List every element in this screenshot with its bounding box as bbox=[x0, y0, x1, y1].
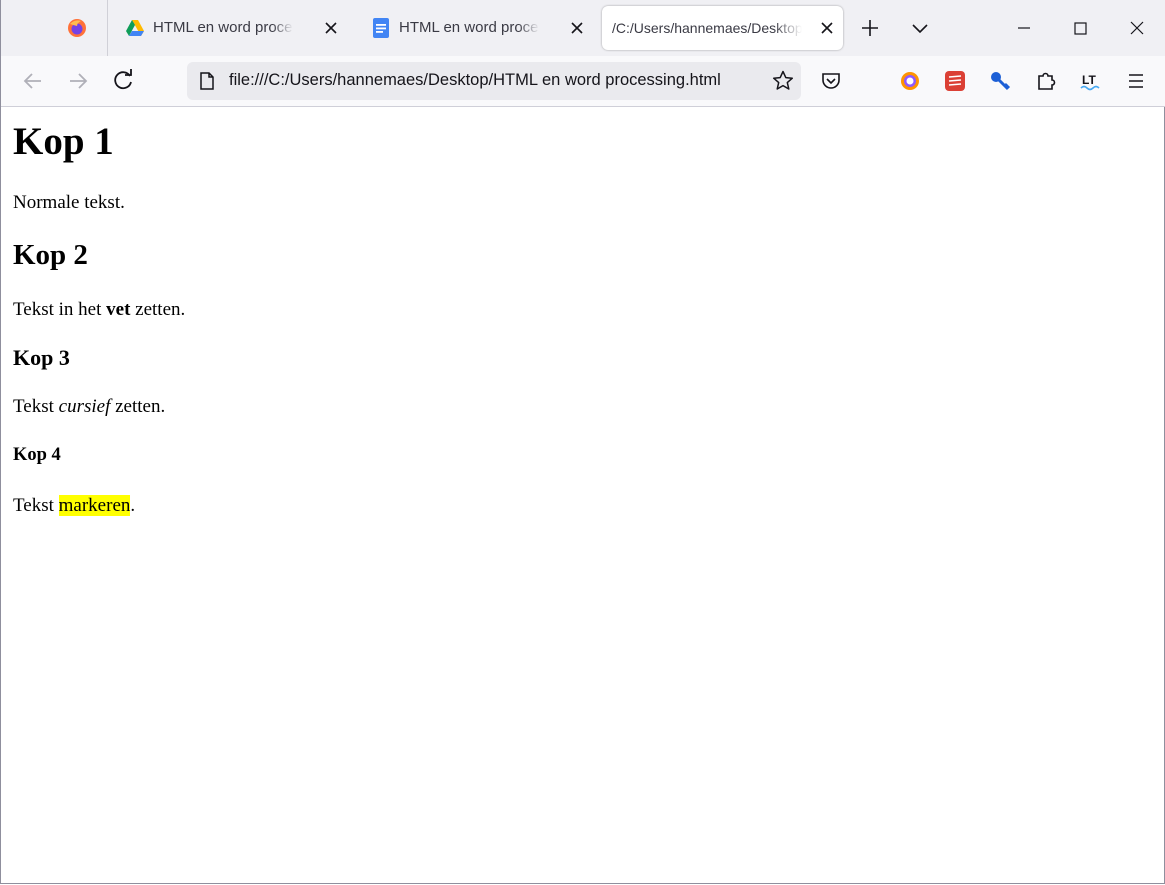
tab-google-docs[interactable]: HTML en word processing bbox=[357, 6, 593, 50]
text-before: Tekst bbox=[13, 396, 59, 417]
highlighted-text: markeren bbox=[58, 495, 131, 516]
reload-button[interactable] bbox=[106, 64, 140, 98]
tab-local-file[interactable]: /C:/Users/hannemaes/Desktop/HTML en word… bbox=[602, 6, 843, 50]
url-text[interactable]: file:///C:/Users/hannemaes/Desktop/HTML … bbox=[229, 71, 721, 90]
key-icon[interactable] bbox=[983, 64, 1017, 98]
tab-bar: HTML en word processing HTML en word pro… bbox=[1, 0, 1165, 56]
page-icon bbox=[197, 71, 217, 91]
paragraph-italic: Tekst cursief zetten. bbox=[13, 396, 165, 418]
list-all-tabs-button[interactable] bbox=[900, 8, 940, 48]
google-drive-icon bbox=[125, 18, 145, 38]
bookmark-star-icon[interactable] bbox=[771, 69, 795, 93]
maximize-button[interactable] bbox=[1060, 8, 1100, 48]
paragraph-bold: Tekst in het vet zetten. bbox=[13, 299, 185, 321]
extensions-icon[interactable] bbox=[1029, 64, 1063, 98]
heading-1: Kop 1 bbox=[13, 120, 114, 163]
close-tab-icon[interactable] bbox=[567, 18, 587, 38]
heading-4: Kop 4 bbox=[13, 445, 61, 465]
firefox-view-tab[interactable] bbox=[1, 0, 108, 56]
google-docs-icon bbox=[371, 18, 391, 38]
paragraph-normal: Normale tekst. bbox=[13, 192, 125, 214]
paragraph-highlight: Tekst markeren. bbox=[13, 495, 135, 517]
tab-title: HTML en word processing bbox=[399, 19, 539, 36]
todoist-icon[interactable] bbox=[938, 64, 972, 98]
address-bar[interactable]: file:///C:/Users/hannemaes/Desktop/HTML … bbox=[187, 62, 801, 100]
close-tab-icon[interactable] bbox=[817, 18, 837, 38]
italic-text: cursief bbox=[58, 396, 111, 417]
text-before: Tekst bbox=[13, 495, 59, 516]
paragraph-text: Normale tekst. bbox=[13, 192, 125, 213]
tab-title: HTML en word processing bbox=[153, 19, 293, 36]
page-content: Kop 1 Normale tekst. Kop 2 Tekst in het … bbox=[1, 107, 1164, 883]
text-after: zetten. bbox=[130, 299, 186, 320]
heading-2: Kop 2 bbox=[13, 239, 88, 271]
browser-window: HTML en word processing HTML en word pro… bbox=[0, 0, 1165, 884]
firefox-icon bbox=[67, 18, 87, 38]
bold-text: vet bbox=[106, 299, 131, 320]
minimize-button[interactable] bbox=[1004, 8, 1044, 48]
firefox-account-icon[interactable] bbox=[893, 64, 927, 98]
pocket-button[interactable] bbox=[814, 64, 848, 98]
text-after: . bbox=[130, 495, 136, 516]
tab-title: /C:/Users/hannemaes/Desktop/HTML en word… bbox=[612, 20, 802, 36]
languagetool-icon[interactable]: LT bbox=[1074, 64, 1108, 98]
text-before: Tekst in het bbox=[13, 299, 107, 320]
heading-3: Kop 3 bbox=[13, 345, 70, 370]
close-tab-icon[interactable] bbox=[321, 18, 341, 38]
tab-google-drive[interactable]: HTML en word processing bbox=[111, 6, 347, 50]
new-tab-button[interactable] bbox=[850, 8, 890, 48]
forward-button[interactable] bbox=[61, 64, 95, 98]
close-window-button[interactable] bbox=[1117, 8, 1157, 48]
text-after: zetten. bbox=[110, 396, 166, 417]
back-button[interactable] bbox=[16, 64, 50, 98]
menu-button[interactable] bbox=[1119, 64, 1153, 98]
navigation-toolbar: file:///C:/Users/hannemaes/Desktop/HTML … bbox=[1, 56, 1165, 107]
svg-text:LT: LT bbox=[1082, 73, 1096, 87]
